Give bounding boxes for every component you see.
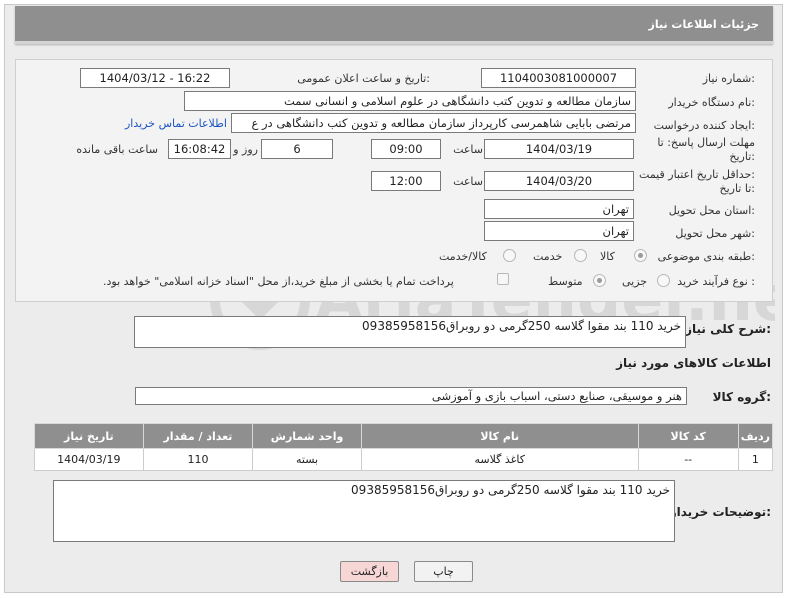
cell-item-code: --	[637, 448, 739, 471]
buyer-org-label: نام دستگاه خریدار:	[668, 96, 755, 109]
goods-table: ردیف کد کالا نام کالا واحد شمارش تعداد /…	[34, 423, 774, 471]
column-header-quantity: تعداد / مقدار	[142, 423, 254, 449]
process-option-medium: متوسط	[548, 275, 583, 288]
category-option-goods: کالا	[600, 250, 615, 263]
cell-item-name: کاغذ گلاسه	[360, 448, 639, 471]
print-button[interactable]: چاپ	[414, 561, 473, 582]
column-header-item-name: نام کالا	[360, 423, 639, 449]
column-header-need-date: تاریخ نیاز	[34, 423, 144, 449]
days-label: روز و	[233, 143, 258, 156]
requester-field: مرتضی بابایی شاهمرسی کارپرداز سازمان مطا…	[231, 113, 636, 133]
summary-label: شرح کلی نیاز:	[685, 322, 771, 336]
treasury-payment-checkbox[interactable]	[497, 273, 509, 285]
goods-group-field: هنر و موسیقی، صنایع دستی، اسباب بازی و آ…	[135, 387, 687, 405]
price-time-label: ساعت	[453, 175, 483, 188]
province-field: تهران	[484, 199, 634, 219]
buyer-notes-textarea: خرید 110 بند مقوا گلاسه 250گرمی دو روبرا…	[53, 480, 675, 542]
price-validity-label-2: تا تاریخ:	[719, 182, 755, 195]
need-number-label: شماره نیاز:	[702, 72, 755, 85]
cell-row-number: 1	[737, 448, 774, 471]
province-label: استان محل تحویل:	[668, 204, 755, 217]
city-field: تهران	[484, 221, 634, 241]
remaining-time-field: 16:08:42	[168, 139, 231, 159]
goods-group-label: گروه کالا:	[712, 390, 771, 404]
reply-date-field: 1404/03/19	[484, 139, 634, 159]
category-label: طبقه بندی موضوعی:	[657, 250, 755, 263]
days-count-field: 6	[261, 139, 333, 159]
price-time-field: 12:00	[371, 171, 441, 191]
page-header: جزئیات اطلاعات نیاز	[15, 6, 773, 44]
price-date-field: 1404/03/20	[484, 171, 634, 191]
process-option-minor: جزیی	[622, 275, 648, 288]
column-header-unit: واحد شمارش	[252, 423, 362, 449]
remaining-label: ساعت باقی مانده	[76, 143, 158, 156]
table-row: 1 -- کاغذ گلاسه بسته 110 1404/03/19	[34, 448, 774, 471]
buyer-org-field: سازمان مطالعه و تدوین کتب دانشگاهی در عل…	[184, 91, 636, 111]
reply-deadline-label: مهلت ارسال پاسخ: تا	[657, 136, 755, 149]
summary-textarea: خرید 110 بند مقوا گلاسه 250گرمی دو روبرا…	[134, 316, 686, 348]
reply-time-field: 09:00	[371, 139, 441, 159]
column-header-item-code: کد کالا	[637, 423, 739, 449]
page-title: جزئیات اطلاعات نیاز	[648, 18, 760, 31]
goods-table-header-row: ردیف کد کالا نام کالا واحد شمارش تعداد /…	[34, 423, 774, 449]
goods-section-title: اطلاعات کالاهای مورد نیاز	[616, 356, 771, 370]
price-validity-label: حداقل تاریخ اعتبار قیمت:	[639, 168, 755, 181]
requester-label: ایجاد کننده درخواست:	[653, 119, 755, 132]
process-radio-medium[interactable]	[593, 274, 606, 287]
reply-time-label: ساعت	[453, 143, 483, 156]
category-option-goods-service: کالا/خدمت	[439, 250, 487, 263]
category-radio-goods[interactable]	[634, 249, 647, 262]
process-radio-minor[interactable]	[657, 274, 670, 287]
cell-unit: بسته	[252, 448, 362, 471]
category-radio-service[interactable]	[574, 249, 587, 262]
cell-need-date: 1404/03/19	[34, 448, 144, 471]
buyer-notes-label: توضیحات خریدار:	[669, 505, 771, 519]
need-number-field: 1104003081000007	[481, 68, 636, 88]
announce-field: 1404/03/12 - 16:22	[80, 68, 230, 88]
category-radio-goods-service[interactable]	[503, 249, 516, 262]
announce-label: تاریخ و ساعت اعلان عمومی:	[297, 72, 430, 85]
process-label: نوع فرآیند خرید :	[677, 275, 755, 288]
cell-quantity: 110	[142, 448, 254, 471]
buyer-contact-link[interactable]: اطلاعات تماس خریدار	[125, 117, 227, 130]
category-option-service: خدمت	[533, 250, 563, 263]
column-header-row-number: ردیف	[737, 423, 774, 449]
back-button[interactable]: بازگشت	[340, 561, 399, 582]
city-label: شهر محل تحویل:	[675, 227, 755, 240]
treasury-payment-note: پرداخت تمام یا بخشی از مبلغ خرید،از محل …	[103, 275, 454, 288]
reply-deadline-label-2: تاریخ:	[729, 150, 755, 163]
